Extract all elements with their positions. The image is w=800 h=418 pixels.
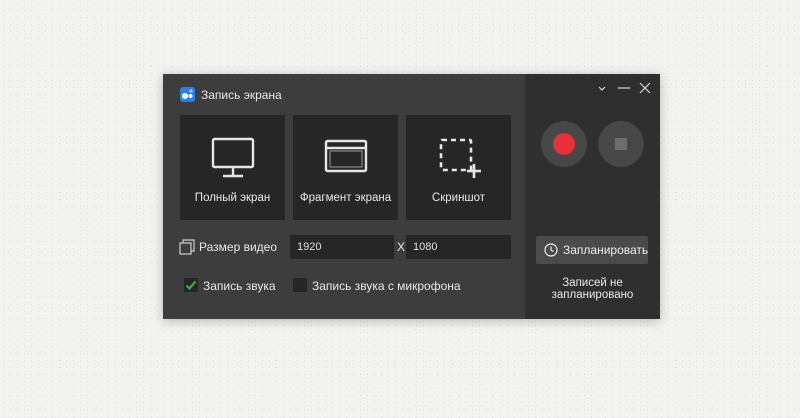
screenshot-mode-label: Скриншот [431,192,486,204]
record-microphone-label[interactable]: Запись звука с микрофона [312,279,461,293]
close-button[interactable] [637,80,653,96]
monitor-icon [211,137,254,178]
full-screen-mode-label: Полный экран [194,192,271,204]
stop-icon [615,138,627,150]
window-icon [324,139,367,173]
schedule-button-label: Запланировать [563,243,649,257]
app-logo-icon [180,87,195,102]
main-panel: Запись экрана Полный экран Фрагмент экра… [163,74,525,319]
size-separator: X [397,240,406,254]
record-icon [553,133,575,155]
video-size-icon [179,239,195,255]
schedule-button[interactable]: Запланировать [536,236,648,264]
record-system-audio-checkbox[interactable] [184,278,198,292]
control-panel: Запланировать Записей не запланировано [525,74,660,319]
window-title: Запись экрана [201,88,282,102]
full-screen-mode-button[interactable]: Полный экран [180,115,285,220]
stop-button[interactable] [598,121,644,167]
screen-recorder-window: Запись экрана Полный экран Фрагмент экра… [163,74,660,319]
record-button[interactable] [541,121,587,167]
screenshot-mode-button[interactable]: Скриншот [406,115,511,220]
checkmark-icon [185,280,197,291]
video-size-label: Размер видео [199,240,278,254]
close-icon [639,82,651,94]
record-system-audio-label[interactable]: Запись звука [203,279,276,293]
minimize-button[interactable] [616,80,632,96]
minimize-icon [618,87,630,89]
chevron-down-icon [598,86,606,91]
record-microphone-checkbox[interactable] [293,278,307,292]
screenshot-region-icon [439,138,481,178]
settings-menu-button[interactable] [594,80,610,96]
video-width-input[interactable] [290,235,394,259]
schedule-status-text: Записей не запланировано [551,277,634,301]
screen-fragment-mode-label: Фрагмент экрана [299,192,392,204]
video-height-input[interactable] [406,235,511,259]
screen-fragment-mode-button[interactable]: Фрагмент экрана [293,115,398,220]
clock-icon [544,243,558,257]
